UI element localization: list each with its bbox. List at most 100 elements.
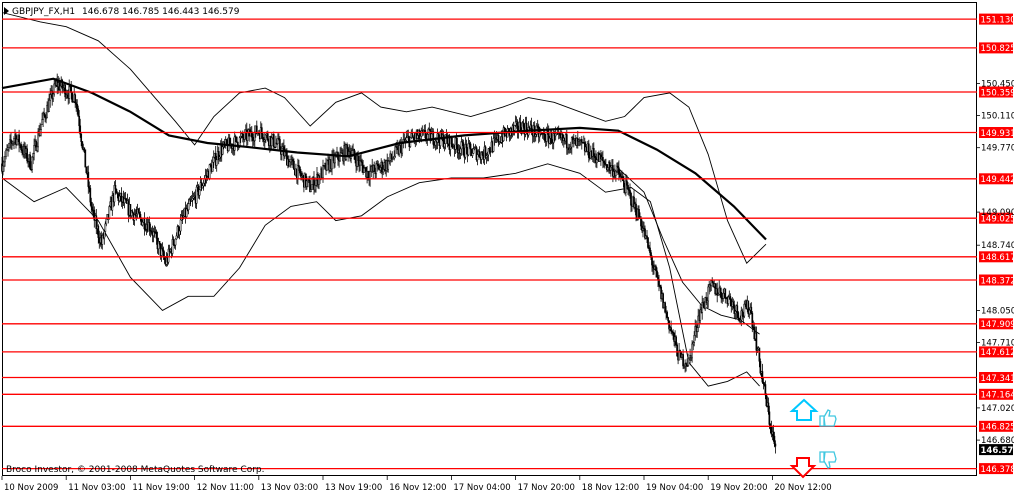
candle-body <box>196 187 197 203</box>
candle-body <box>90 188 91 202</box>
candle-body <box>352 151 353 155</box>
candle-body <box>78 109 79 117</box>
candle-body <box>271 138 272 146</box>
y-tick-label: 147.710 <box>981 339 1014 349</box>
level-label: 150.359 <box>981 88 1014 98</box>
candle-body <box>63 88 64 89</box>
candle-body <box>216 160 217 166</box>
candle-body <box>306 181 307 187</box>
chart-header: GBPJPY_FX,H1 146.678 146.785 146.443 146… <box>4 7 240 17</box>
candle-body <box>668 318 669 321</box>
candle-body <box>226 140 227 144</box>
x-tick-label: 13 Nov 03:00 <box>261 483 318 493</box>
candle-body <box>559 133 560 135</box>
candle-body <box>444 144 445 147</box>
candle-body <box>84 148 85 150</box>
candle-body <box>468 143 469 155</box>
candle-body <box>156 232 157 238</box>
candle-body <box>420 136 421 139</box>
candle-body <box>656 271 657 277</box>
candle-body <box>361 161 362 162</box>
level-label: 147.909 <box>981 320 1014 330</box>
chart-window: 151.130150.825150.359149.931149.442149.0… <box>0 0 1014 495</box>
y-tick-label: 150.450 <box>981 79 1014 89</box>
candle-body <box>299 167 300 173</box>
level-label: 149.442 <box>981 175 1014 185</box>
candle-body <box>142 222 143 225</box>
candle-body <box>33 154 34 157</box>
candle-body <box>45 115 46 118</box>
candle-body <box>730 296 731 299</box>
candle-body <box>551 133 552 144</box>
candle-body <box>265 135 266 140</box>
candle-body <box>655 267 656 271</box>
candle-body <box>364 168 365 172</box>
candle-body <box>140 214 141 218</box>
candle-body <box>723 293 724 298</box>
x-tick-label: 20 Nov 12:00 <box>774 483 831 493</box>
candle-body <box>289 162 290 166</box>
candle-body <box>425 130 426 137</box>
candle-body <box>520 122 521 131</box>
candle-body <box>8 144 9 148</box>
candle-body <box>149 222 150 230</box>
candle-body <box>109 207 110 219</box>
candle-body <box>334 156 335 163</box>
candle-body <box>596 160 597 163</box>
candle-body <box>30 155 31 169</box>
x-tick-label: 19 Nov 20:00 <box>710 483 767 493</box>
level-label: 149.931 <box>981 129 1014 139</box>
candle-body <box>358 156 359 161</box>
candle-body <box>417 135 418 138</box>
candle-body <box>486 156 487 158</box>
candle-body <box>81 134 82 142</box>
candle-body <box>640 219 641 226</box>
level-label: 148.372 <box>981 276 1014 286</box>
candle-body <box>192 198 193 200</box>
candle-body <box>683 354 684 366</box>
price-chart[interactable]: 151.130150.825150.359149.931149.442149.0… <box>0 0 1014 495</box>
candle-body <box>293 161 294 169</box>
candle-body <box>75 95 76 103</box>
x-tick-label: 11 Nov 03:00 <box>68 483 125 493</box>
candle-body <box>493 138 494 151</box>
candle-body <box>749 310 750 314</box>
candle-body <box>297 165 298 178</box>
candle-body <box>370 172 371 180</box>
candle-body <box>347 145 348 149</box>
candle-body <box>452 144 453 147</box>
candle-body <box>91 202 92 207</box>
candle-body <box>53 94 54 99</box>
candle-body <box>383 169 384 172</box>
candle-body <box>85 150 86 167</box>
candle-body <box>394 156 395 158</box>
candle-body <box>138 209 139 212</box>
candle-body <box>570 147 571 148</box>
candle-body <box>523 123 524 126</box>
level-label: 147.612 <box>981 348 1014 358</box>
candle-body <box>615 171 616 176</box>
candle-body <box>720 288 721 292</box>
candle-body <box>72 93 73 102</box>
candle-body <box>204 179 205 183</box>
x-tick-label: 10 Nov 2009 <box>4 483 58 493</box>
candle-body <box>725 289 726 298</box>
candle-body <box>188 204 189 210</box>
candle-body <box>21 144 22 149</box>
candle-body <box>752 313 753 327</box>
candle-body <box>10 140 11 143</box>
candle-body <box>41 125 42 130</box>
candle-body <box>50 95 51 101</box>
candle-body <box>756 333 757 350</box>
candle-body <box>104 232 105 238</box>
candle-body <box>694 335 695 342</box>
candle-body <box>222 147 223 155</box>
candle-body <box>42 120 43 125</box>
candle-body <box>759 348 760 361</box>
candle-body <box>602 157 603 161</box>
candle-body <box>721 292 722 298</box>
candle-body <box>697 328 698 332</box>
candle-body <box>119 196 120 201</box>
candle-body <box>176 236 177 239</box>
candle-body <box>32 157 33 169</box>
